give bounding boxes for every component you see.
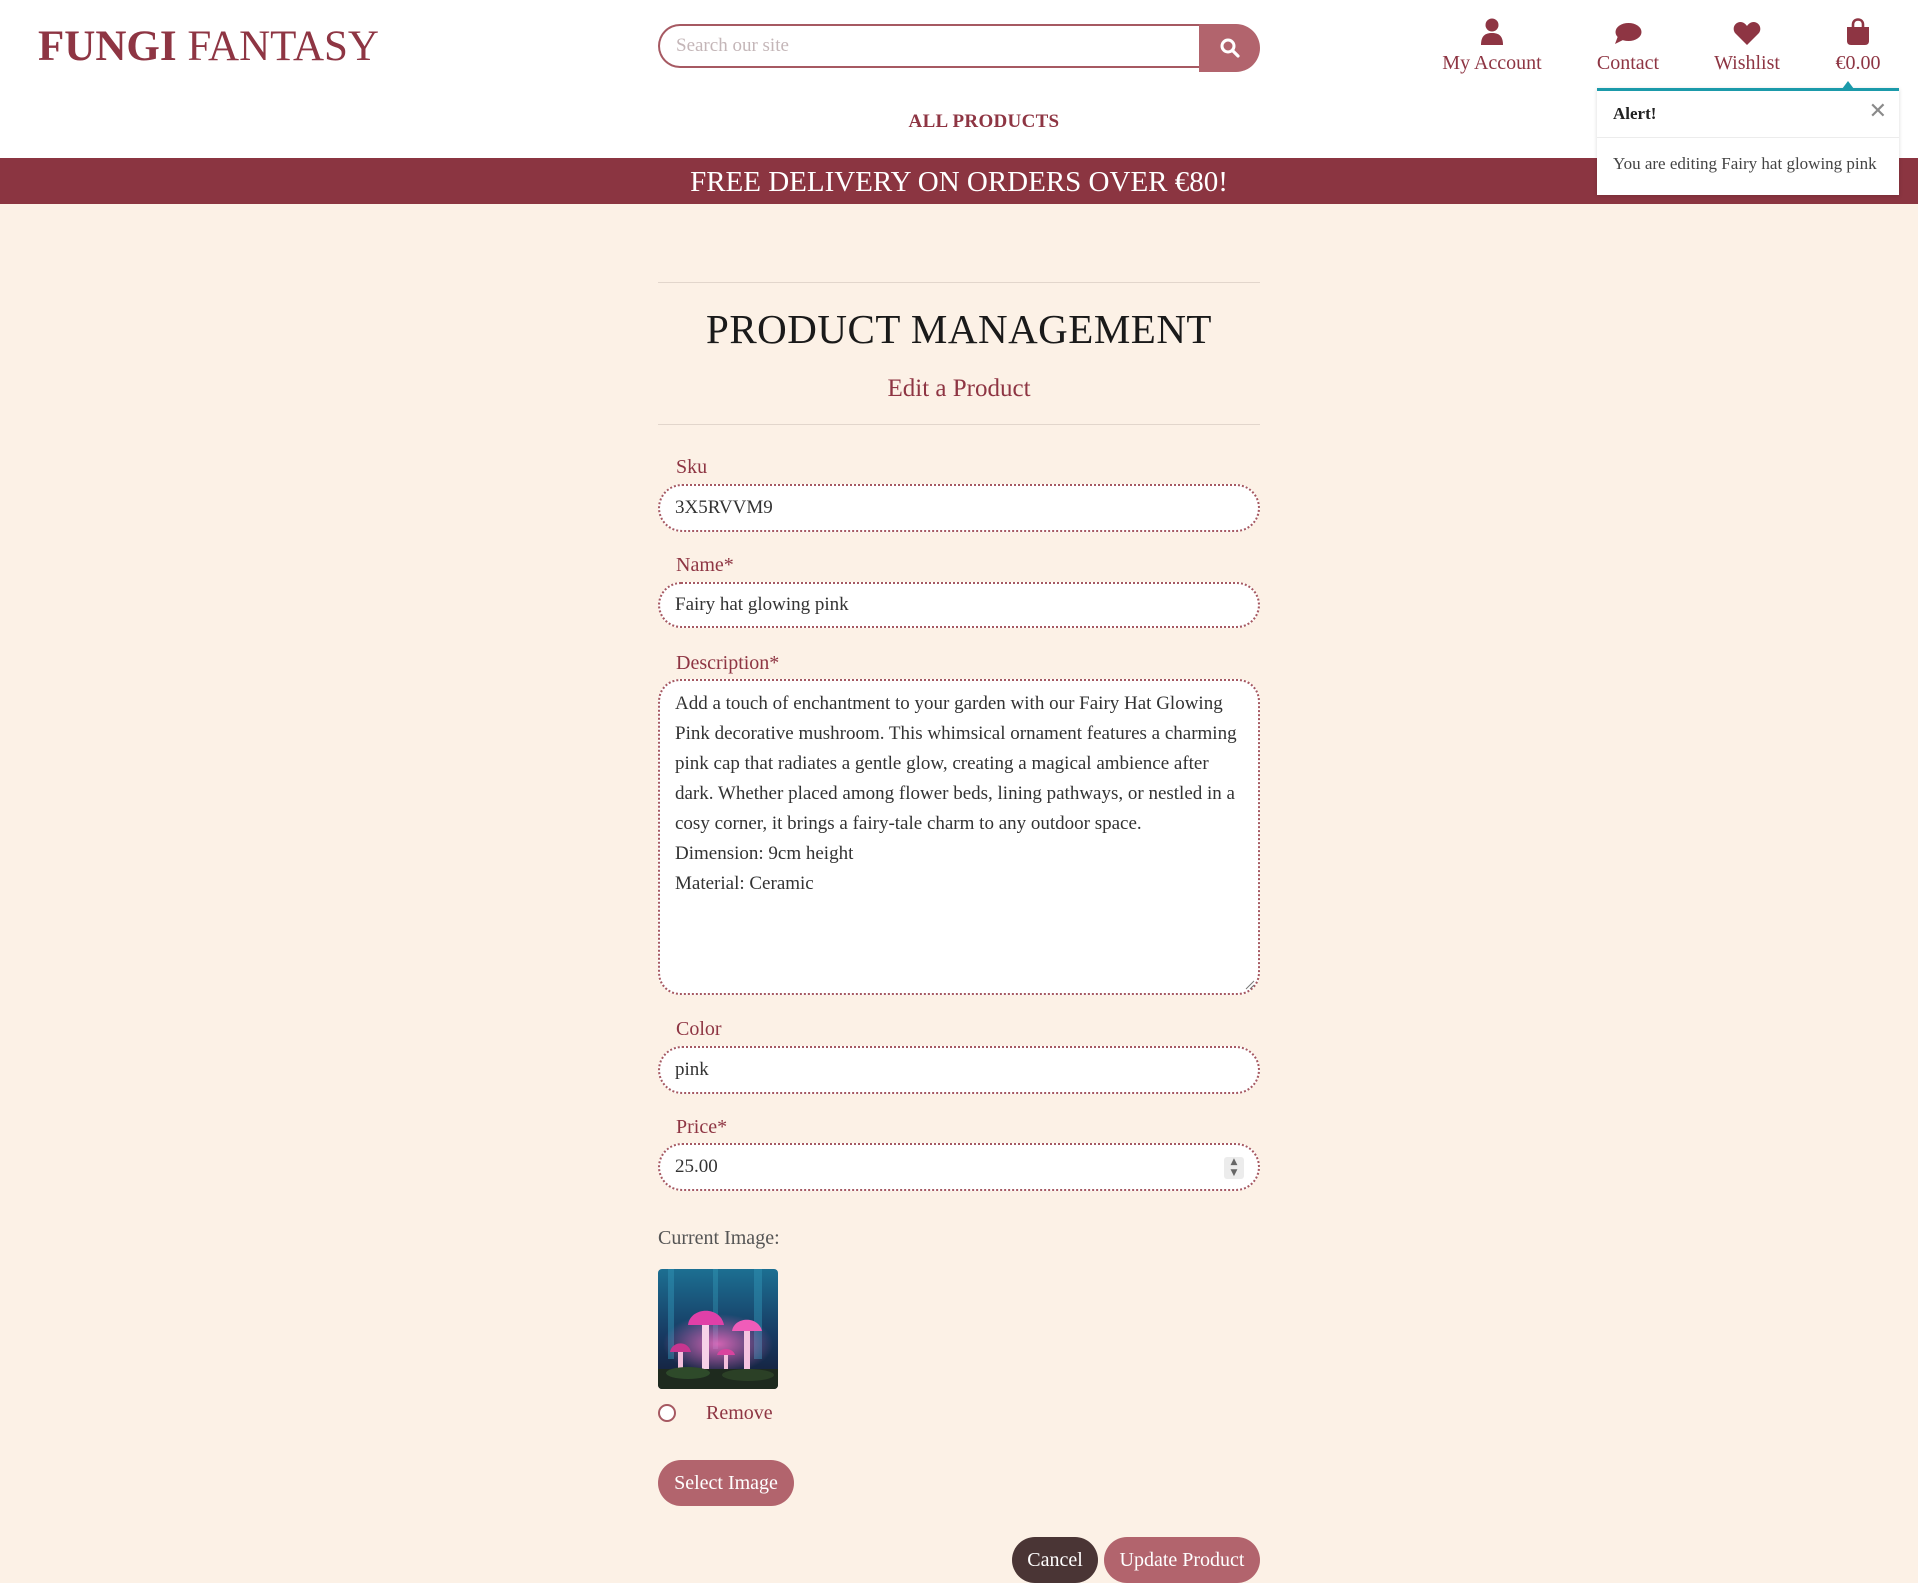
nav-contact-label: Contact bbox=[1596, 52, 1660, 74]
page-title: PRODUCT MANAGEMENT bbox=[706, 306, 1212, 352]
alert-message: You are editing Fairy hat glowing pink bbox=[1613, 154, 1877, 173]
search-input[interactable] bbox=[658, 24, 1199, 68]
color-label: Color bbox=[676, 1018, 722, 1040]
search-form bbox=[658, 24, 1260, 72]
alert-toast: Alert! ✕ You are editing Fairy hat glowi… bbox=[1597, 81, 1899, 195]
select-image-button[interactable]: Select Image bbox=[658, 1460, 794, 1506]
update-product-button[interactable]: Update Product bbox=[1104, 1537, 1260, 1583]
price-label: Price* bbox=[676, 1116, 728, 1138]
shopping-bag-icon bbox=[1847, 18, 1869, 45]
sku-label: Sku bbox=[676, 456, 708, 478]
close-icon[interactable]: ✕ bbox=[1869, 99, 1887, 124]
nav-wishlist[interactable]: Wishlist bbox=[1708, 16, 1786, 75]
price-field[interactable]: 25.00 ▲ ▼ bbox=[658, 1143, 1260, 1191]
brand-logo[interactable]: FUNGI FANTASY bbox=[38, 22, 379, 71]
remove-image-radio[interactable] bbox=[658, 1404, 676, 1422]
search-button[interactable] bbox=[1199, 24, 1260, 72]
brand-logo-regular: FANTASY bbox=[187, 23, 379, 70]
divider-top bbox=[658, 282, 1260, 283]
description-text: Add a touch of enchantment to your garde… bbox=[675, 693, 1237, 894]
nav-my-account[interactable]: My Account bbox=[1440, 16, 1544, 75]
user-icon bbox=[1481, 18, 1503, 45]
product-thumbnail bbox=[658, 1269, 778, 1389]
name-label: Name* bbox=[676, 554, 734, 576]
heart-icon bbox=[1733, 22, 1761, 45]
nav-shopping-bag[interactable]: €0.00 bbox=[1826, 16, 1890, 75]
nav-bag-total: €0.00 bbox=[1835, 52, 1881, 74]
search-icon bbox=[1220, 38, 1240, 58]
product-form-container: PRODUCT MANAGEMENT Edit a Product Sku 3X… bbox=[658, 282, 1260, 1583]
remove-image-label[interactable]: Remove bbox=[706, 1402, 773, 1425]
nav-wishlist-label: Wishlist bbox=[1714, 52, 1780, 74]
mushroom-image bbox=[658, 1269, 778, 1389]
name-field[interactable]: Fairy hat glowing pink bbox=[658, 582, 1260, 628]
page-subtitle: Edit a Product bbox=[887, 375, 1031, 402]
resize-handle-icon[interactable] bbox=[1243, 978, 1255, 990]
divider-bottom bbox=[658, 424, 1260, 425]
alert-divider bbox=[1597, 137, 1899, 138]
nav-contact[interactable]: Contact bbox=[1590, 16, 1666, 75]
color-field[interactable]: pink bbox=[658, 1046, 1260, 1094]
description-label: Description* bbox=[676, 652, 780, 674]
description-textarea[interactable]: Add a touch of enchantment to your garde… bbox=[658, 679, 1260, 995]
alert-caret bbox=[1842, 81, 1854, 89]
brand-logo-bold: FUNGI bbox=[38, 23, 177, 70]
sku-field[interactable]: 3X5RVVM9 bbox=[658, 484, 1260, 532]
current-image-label: Current Image: bbox=[658, 1227, 780, 1249]
price-value: 25.00 bbox=[675, 1156, 718, 1177]
chat-bubble-icon bbox=[1615, 23, 1642, 44]
cancel-button[interactable]: Cancel bbox=[1012, 1537, 1098, 1583]
number-stepper-icon[interactable]: ▲ ▼ bbox=[1224, 1157, 1244, 1179]
alert-title: Alert! bbox=[1613, 104, 1657, 123]
nav-my-account-label: My Account bbox=[1442, 52, 1542, 74]
